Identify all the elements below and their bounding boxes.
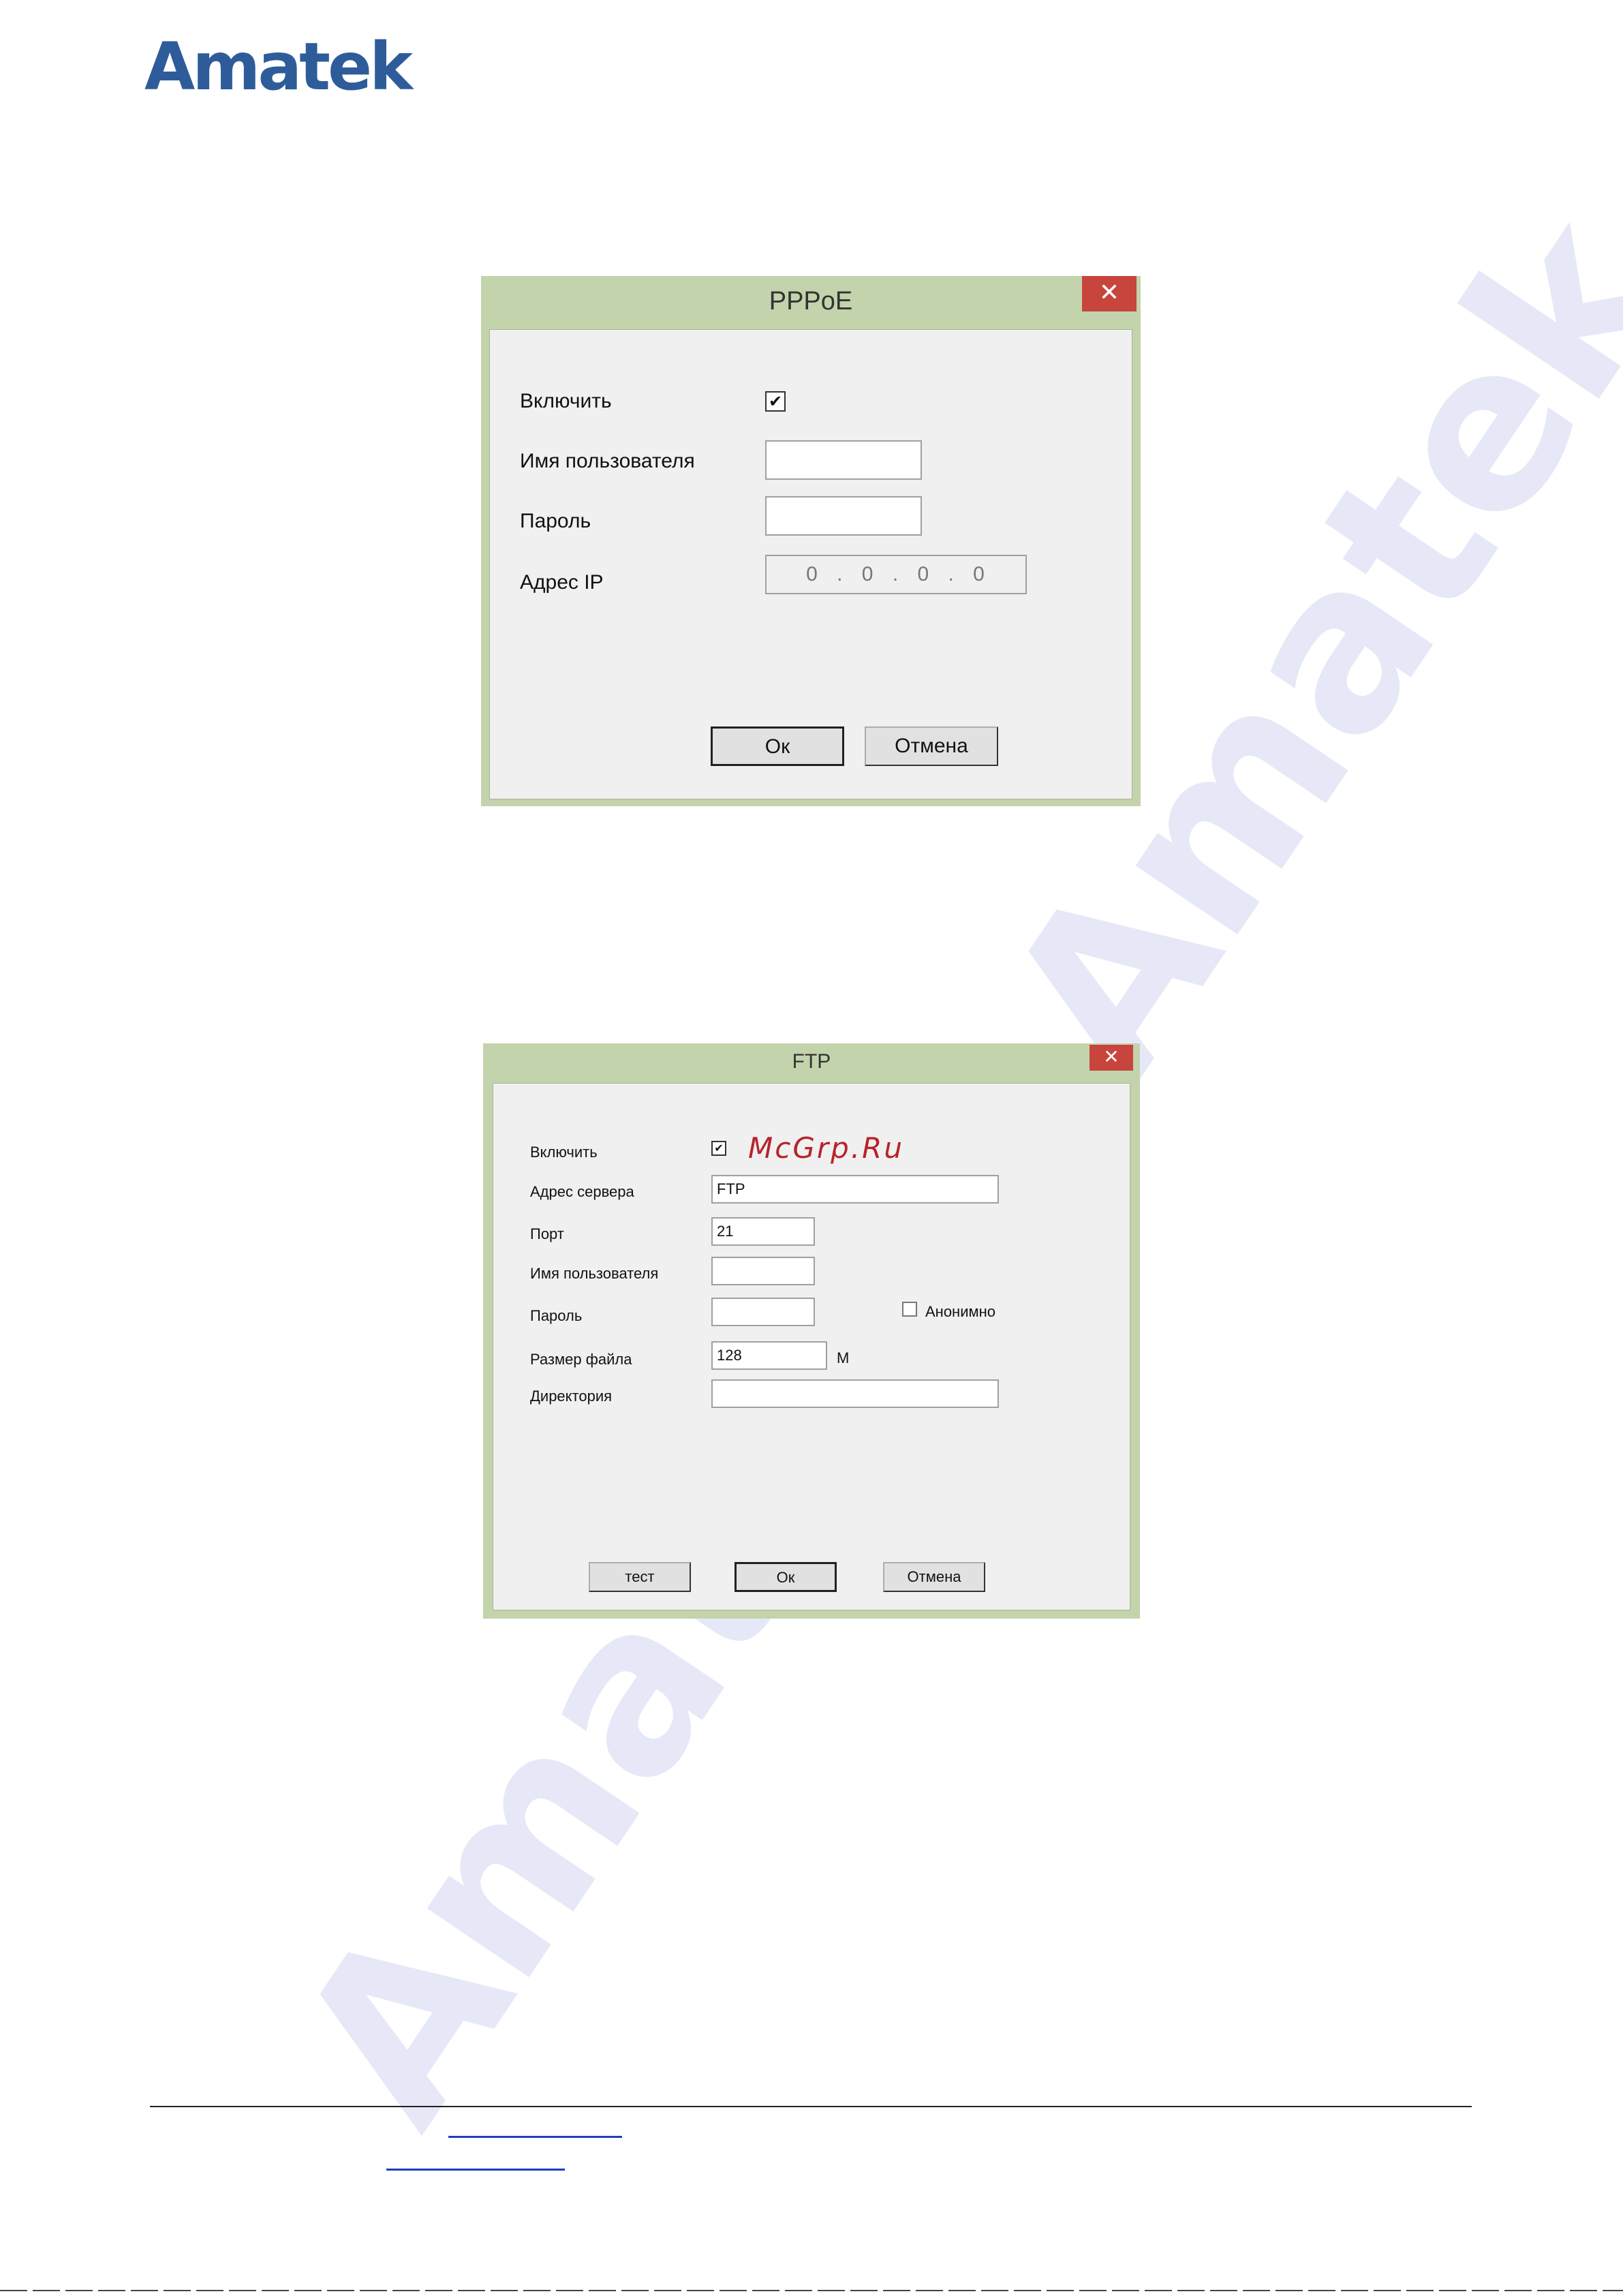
pppoe-client-area: Включить ✔ Имя пользователя Пароль Адрес… bbox=[489, 329, 1132, 799]
ftp-ok-button[interactable]: Ок bbox=[735, 1562, 837, 1592]
footer-link-underline-2[interactable] bbox=[386, 2169, 565, 2171]
ftp-filesize-unit: M bbox=[837, 1349, 850, 1366]
ftp-cancel-button[interactable]: Отмена bbox=[883, 1562, 985, 1592]
ftp-password-label: Пароль bbox=[530, 1307, 583, 1324]
ftp-username-label: Имя пользователя bbox=[530, 1265, 659, 1282]
ftp-anonymous-checkbox[interactable] bbox=[902, 1302, 917, 1317]
ftp-filesize-label: Размер файла bbox=[530, 1351, 632, 1368]
ftp-filesize-input[interactable]: 128 bbox=[711, 1341, 827, 1370]
ftp-enable-label: Включить bbox=[530, 1144, 598, 1161]
pppoe-enable-label: Включить bbox=[520, 390, 612, 412]
pppoe-enable-checkbox[interactable]: ✔ bbox=[765, 391, 786, 412]
checkmark-icon: ✔ bbox=[768, 392, 783, 411]
pppoe-username-input[interactable] bbox=[765, 440, 922, 480]
pppoe-dialog: PPPoE ✕ Включить ✔ Имя пользователя Паро… bbox=[481, 276, 1141, 806]
ftp-server-label: Адрес сервера bbox=[530, 1183, 634, 1200]
pppoe-ok-button[interactable]: Ок bbox=[711, 726, 844, 766]
ftp-title: FTP bbox=[792, 1050, 831, 1073]
ftp-directory-label: Директория bbox=[530, 1388, 613, 1405]
ftp-username-input[interactable] bbox=[711, 1257, 815, 1285]
ftp-port-label: Порт bbox=[530, 1225, 564, 1242]
ftp-password-input[interactable] bbox=[711, 1298, 815, 1326]
mcgrp-watermark: McGrp.Ru bbox=[748, 1131, 904, 1165]
footer-divider bbox=[150, 2106, 1472, 2107]
ftp-dialog: FTP ✕ Включить ✔ Адрес сервера FTP Порт … bbox=[483, 1043, 1140, 1619]
ftp-directory-input[interactable] bbox=[711, 1379, 999, 1408]
pppoe-close-button[interactable]: ✕ bbox=[1082, 276, 1137, 311]
pppoe-password-label: Пароль bbox=[520, 510, 591, 532]
pppoe-ip-input[interactable]: 0 . 0 . 0 . 0 bbox=[765, 555, 1027, 594]
checkmark-icon: ✔ bbox=[714, 1142, 724, 1154]
pppoe-password-input[interactable] bbox=[765, 496, 922, 536]
amatek-logo: Amatek bbox=[144, 29, 413, 105]
ftp-anonymous-label: Анонимно bbox=[925, 1303, 996, 1320]
footer-link-underline-1[interactable] bbox=[448, 2136, 622, 2138]
ftp-server-input[interactable]: FTP bbox=[711, 1175, 999, 1204]
ftp-enable-checkbox[interactable]: ✔ bbox=[711, 1141, 726, 1156]
page-bottom-border bbox=[0, 2290, 1623, 2291]
ftp-port-input[interactable]: 21 bbox=[711, 1217, 815, 1246]
pppoe-cancel-button[interactable]: Отмена bbox=[865, 726, 998, 766]
ftp-close-button[interactable]: ✕ bbox=[1089, 1045, 1133, 1071]
ftp-test-button[interactable]: тест bbox=[589, 1562, 691, 1592]
pppoe-username-label: Имя пользователя bbox=[520, 450, 695, 472]
pppoe-ip-label: Адрес IP bbox=[520, 571, 604, 594]
pppoe-title: PPPoE bbox=[769, 287, 853, 316]
